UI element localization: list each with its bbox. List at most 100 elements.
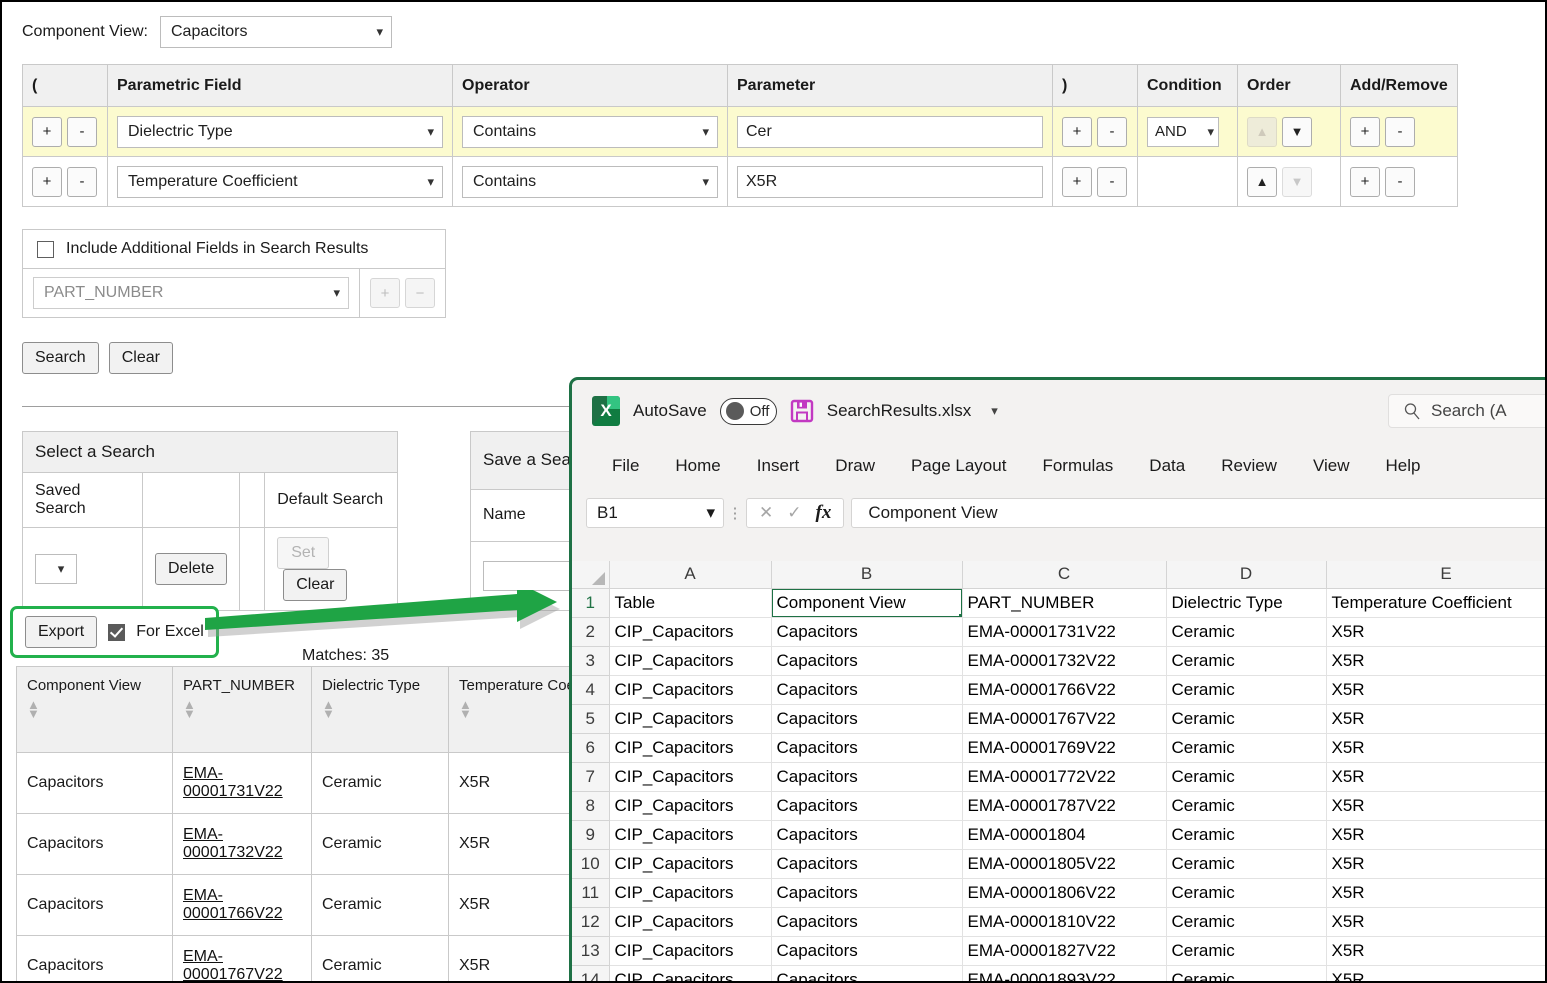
- part-number-link[interactable]: EMA-00001766V22: [183, 887, 283, 922]
- cell-b5[interactable]: Capacitors: [771, 704, 962, 733]
- cell-c3[interactable]: EMA-00001732V22: [962, 646, 1166, 675]
- cell-c14[interactable]: EMA-00001893V22: [962, 965, 1166, 983]
- cell-e4[interactable]: X5R: [1326, 675, 1547, 704]
- order-down-button-1[interactable]: ▼: [1282, 117, 1312, 147]
- results-col-dielectric-type[interactable]: Dielectric Type ▲▼: [312, 667, 449, 753]
- cancel-formula-icon[interactable]: ✕: [759, 503, 773, 523]
- cell-c7[interactable]: EMA-00001772V22: [962, 762, 1166, 791]
- tab-home[interactable]: Home: [657, 449, 738, 483]
- row-header-13[interactable]: 13: [572, 936, 609, 965]
- cell-d14[interactable]: Ceramic: [1166, 965, 1326, 983]
- cell-b1[interactable]: Component View: [771, 588, 962, 617]
- search-button[interactable]: Search: [22, 342, 99, 374]
- clear-default-button[interactable]: Clear: [283, 569, 347, 601]
- saved-search-select[interactable]: ▾: [35, 554, 77, 584]
- close-paren-add-button-2[interactable]: +: [1062, 167, 1092, 197]
- tab-page-layout[interactable]: Page Layout: [893, 449, 1024, 483]
- cell-e8[interactable]: X5R: [1326, 791, 1547, 820]
- cell-c12[interactable]: EMA-00001810V22: [962, 907, 1166, 936]
- row-header-6[interactable]: 6: [572, 733, 609, 762]
- component-view-select[interactable]: Capacitors ▾: [160, 16, 392, 48]
- row-header-2[interactable]: 2: [572, 617, 609, 646]
- results-col-component-view[interactable]: Component View ▲▼: [17, 667, 173, 753]
- cell-a12[interactable]: CIP_Capacitors: [609, 907, 771, 936]
- cell-d12[interactable]: Ceramic: [1166, 907, 1326, 936]
- insert-function-icon[interactable]: fx: [816, 502, 832, 524]
- tab-formulas[interactable]: Formulas: [1024, 449, 1131, 483]
- parameter-input-1[interactable]: [737, 116, 1043, 148]
- cell-d9[interactable]: Ceramic: [1166, 820, 1326, 849]
- cell-e11[interactable]: X5R: [1326, 878, 1547, 907]
- row-add-button-2[interactable]: +: [1350, 167, 1380, 197]
- clear-button[interactable]: Clear: [109, 342, 173, 374]
- row-add-button-1[interactable]: +: [1350, 117, 1380, 147]
- save-icon[interactable]: [790, 399, 814, 423]
- formula-bar-options-icon[interactable]: ⋮: [724, 504, 746, 522]
- cell-d3[interactable]: Ceramic: [1166, 646, 1326, 675]
- results-col-part-number[interactable]: PART_NUMBER ▲▼: [173, 667, 312, 753]
- cell-e6[interactable]: X5R: [1326, 733, 1547, 762]
- open-paren-add-button-2[interactable]: +: [32, 167, 62, 197]
- cell-a2[interactable]: CIP_Capacitors: [609, 617, 771, 646]
- delete-button[interactable]: Delete: [155, 553, 227, 585]
- cell-b8[interactable]: Capacitors: [771, 791, 962, 820]
- open-paren-add-button-1[interactable]: +: [32, 117, 62, 147]
- cell-d6[interactable]: Ceramic: [1166, 733, 1326, 762]
- order-up-button-2[interactable]: ▲: [1247, 167, 1277, 197]
- cell-a4[interactable]: CIP_Capacitors: [609, 675, 771, 704]
- cell-e13[interactable]: X5R: [1326, 936, 1547, 965]
- parametric-field-select-1[interactable]: Dielectric Type ▾: [117, 116, 443, 148]
- name-box[interactable]: B1 ▾: [586, 498, 724, 528]
- column-header-e[interactable]: E: [1326, 561, 1547, 588]
- column-header-a[interactable]: A: [609, 561, 771, 588]
- close-paren-remove-button-2[interactable]: -: [1097, 167, 1127, 197]
- cell-a14[interactable]: CIP_Capacitors: [609, 965, 771, 983]
- cell-c4[interactable]: EMA-00001766V22: [962, 675, 1166, 704]
- cell-c11[interactable]: EMA-00001806V22: [962, 878, 1166, 907]
- cell-c5[interactable]: EMA-00001767V22: [962, 704, 1166, 733]
- close-paren-add-button-1[interactable]: +: [1062, 117, 1092, 147]
- row-header-10[interactable]: 10: [572, 849, 609, 878]
- cell-a11[interactable]: CIP_Capacitors: [609, 878, 771, 907]
- cell-a10[interactable]: CIP_Capacitors: [609, 849, 771, 878]
- cell-a13[interactable]: CIP_Capacitors: [609, 936, 771, 965]
- cell-e2[interactable]: X5R: [1326, 617, 1547, 646]
- parametric-field-select-2[interactable]: Temperature Coefficient ▾: [117, 166, 443, 198]
- part-number-link[interactable]: EMA-00001767V22: [183, 948, 283, 983]
- cell-d7[interactable]: Ceramic: [1166, 762, 1326, 791]
- part-number-link[interactable]: EMA-00001732V22: [183, 826, 283, 861]
- open-paren-remove-button-2[interactable]: -: [67, 167, 97, 197]
- cell-e12[interactable]: X5R: [1326, 907, 1547, 936]
- cell-d5[interactable]: Ceramic: [1166, 704, 1326, 733]
- cell-a3[interactable]: CIP_Capacitors: [609, 646, 771, 675]
- cell-a9[interactable]: CIP_Capacitors: [609, 820, 771, 849]
- cell-c2[interactable]: EMA-00001731V22: [962, 617, 1166, 646]
- chevron-down-icon[interactable]: ▾: [991, 403, 998, 419]
- operator-select-1[interactable]: Contains ▾: [462, 116, 718, 148]
- row-header-9[interactable]: 9: [572, 820, 609, 849]
- cell-a1[interactable]: Table: [609, 588, 771, 617]
- cell-c13[interactable]: EMA-00001827V22: [962, 936, 1166, 965]
- row-header-1[interactable]: 1: [572, 588, 609, 617]
- cell-b9[interactable]: Capacitors: [771, 820, 962, 849]
- row-remove-button-1[interactable]: -: [1385, 117, 1415, 147]
- column-header-c[interactable]: C: [962, 561, 1166, 588]
- cell-b3[interactable]: Capacitors: [771, 646, 962, 675]
- cell-b7[interactable]: Capacitors: [771, 762, 962, 791]
- open-paren-remove-button-1[interactable]: -: [67, 117, 97, 147]
- row-remove-button-2[interactable]: -: [1385, 167, 1415, 197]
- cell-b11[interactable]: Capacitors: [771, 878, 962, 907]
- tab-help[interactable]: Help: [1368, 449, 1439, 483]
- part-number-link[interactable]: EMA-00001731V22: [183, 765, 283, 800]
- filename-label[interactable]: SearchResults.xlsx: [827, 401, 972, 421]
- tab-insert[interactable]: Insert: [739, 449, 818, 483]
- cell-c9[interactable]: EMA-00001804: [962, 820, 1166, 849]
- cell-c6[interactable]: EMA-00001769V22: [962, 733, 1166, 762]
- condition-select-1[interactable]: AND ▾: [1147, 117, 1219, 147]
- cell-e10[interactable]: X5R: [1326, 849, 1547, 878]
- cell-d1[interactable]: Dielectric Type: [1166, 588, 1326, 617]
- cell-e3[interactable]: X5R: [1326, 646, 1547, 675]
- cell-b10[interactable]: Capacitors: [771, 849, 962, 878]
- cell-d13[interactable]: Ceramic: [1166, 936, 1326, 965]
- tab-view[interactable]: View: [1295, 449, 1368, 483]
